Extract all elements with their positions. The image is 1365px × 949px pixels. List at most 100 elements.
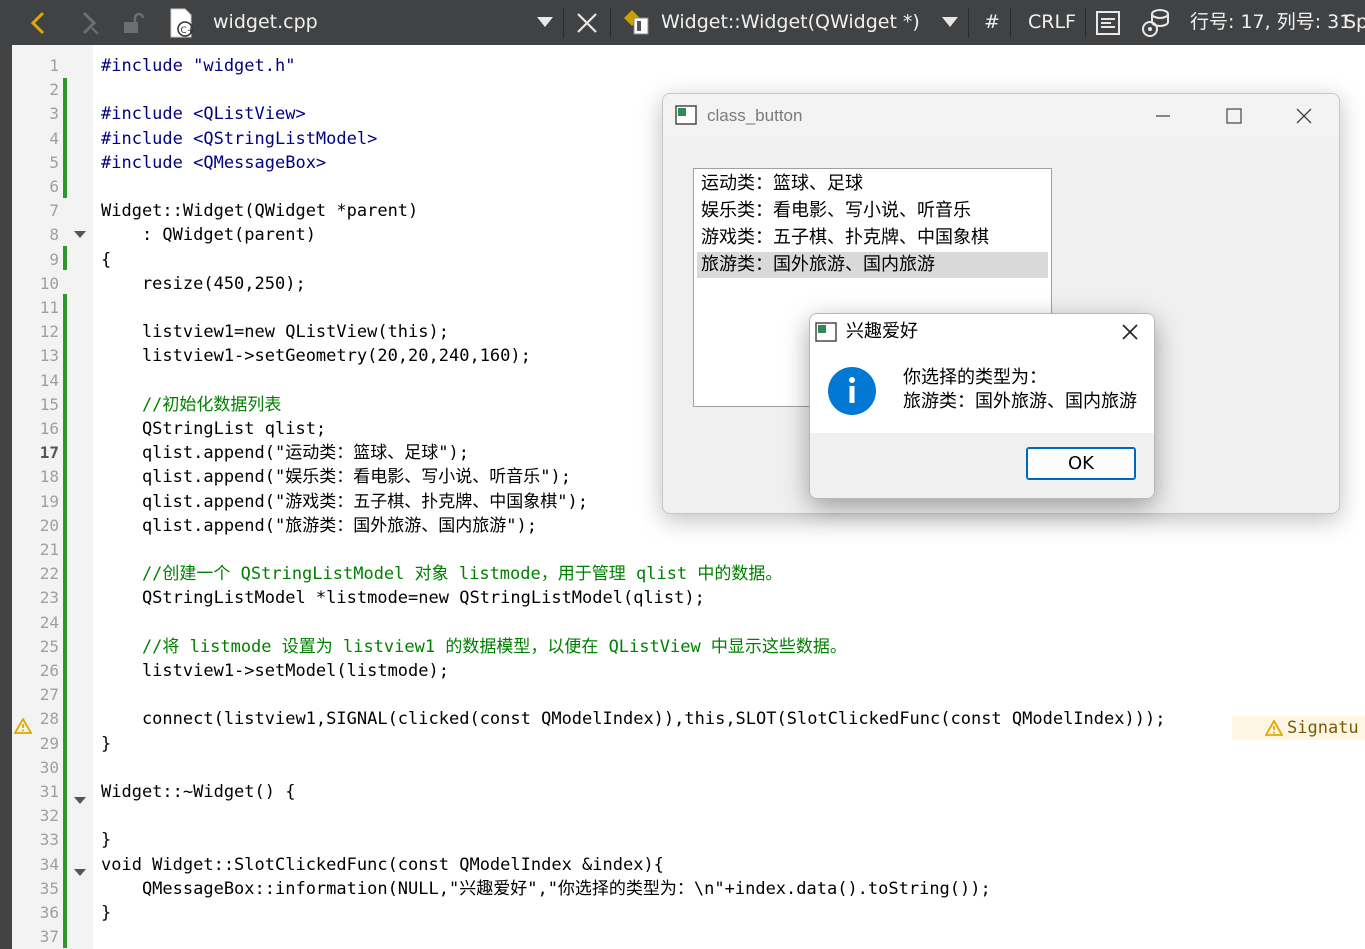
editor-left-strip: [0, 45, 12, 949]
code-line: QStringListModel *listmode=new QStringLi…: [101, 588, 705, 608]
line-number: 10: [39, 274, 59, 293]
editor-toolbar: C+ widget.cpp Widget::Widget(QWidget *) …: [0, 0, 1365, 45]
line-number: 12: [39, 322, 59, 341]
lock-icon[interactable]: [120, 10, 146, 36]
line-number: 23: [39, 588, 59, 607]
line-number: 5: [49, 153, 59, 172]
code-line: : QWidget(parent): [101, 225, 316, 245]
code-line: }: [101, 830, 112, 850]
line-number: 4: [49, 129, 59, 148]
window-title: class_button: [707, 106, 803, 125]
fold-arrow-icon[interactable]: [74, 231, 86, 238]
change-marker: [63, 246, 67, 270]
code-line: qlist.append("娱乐类：看电影、写小说、听音乐");: [101, 467, 571, 487]
forward-arrow-icon[interactable]: [76, 10, 102, 36]
code-line: }: [101, 903, 112, 923]
code-line: QStringList qlist;: [101, 419, 327, 439]
database-icon[interactable]: [1140, 7, 1174, 39]
code-line: listview1->setGeometry(20,20,240,160);: [101, 346, 531, 366]
line-number: 30: [39, 758, 59, 777]
code-line: //将 listmode 设置为 listview1 的数据模型，以便在 QLi…: [101, 637, 847, 657]
hash-label[interactable]: #: [984, 0, 1000, 45]
information-icon: [828, 367, 876, 415]
close-icon[interactable]: [1120, 322, 1140, 342]
cpp-file-icon: C+: [170, 8, 195, 38]
list-item[interactable]: 运动类：篮球、足球: [697, 171, 1048, 197]
fold-arrow-icon[interactable]: [74, 869, 86, 876]
message-box-title: 兴趣爱好: [846, 321, 918, 342]
code-line: listview1->setModel(listmode);: [101, 661, 449, 681]
line-number: 19: [39, 492, 59, 511]
warning-icon[interactable]: [14, 718, 32, 734]
line-number: 20: [39, 516, 59, 535]
line-number: 32: [39, 806, 59, 825]
code-line: }: [101, 734, 112, 754]
line-number: 36: [39, 903, 59, 922]
line-number: 7: [49, 201, 59, 220]
line-number: 31: [39, 782, 59, 801]
symbol-icon: [624, 10, 649, 35]
line-ending[interactable]: CRLF: [1028, 0, 1076, 45]
back-arrow-icon[interactable]: [26, 10, 52, 36]
code-line: //创建一个 QStringListModel 对象 listmode，用于管理…: [101, 564, 783, 584]
list-item[interactable]: 游戏类：五子棋、扑克牌、中国象棋: [697, 225, 1048, 251]
code-line: resize(450,250);: [101, 274, 306, 294]
code-line: Widget::Widget(QWidget *parent): [101, 201, 419, 221]
ok-button[interactable]: OK: [1026, 447, 1136, 480]
app-icon: [815, 322, 837, 342]
change-marker: [63, 294, 67, 948]
function-name[interactable]: Widget::Widget(QWidget *): [661, 0, 920, 45]
file-name[interactable]: widget.cpp: [213, 0, 318, 45]
line-number: 9: [49, 250, 59, 269]
line-number: 15: [39, 395, 59, 414]
message-box: 兴趣爱好 你选择的类型为： 旅游类：国外旅游、国内旅游 OK: [809, 313, 1155, 499]
code-line: #include <QStringListModel>: [101, 129, 378, 149]
message-box-titlebar[interactable]: 兴趣爱好: [810, 314, 1154, 352]
line-number: 24: [39, 613, 59, 632]
line-number: 6: [49, 177, 59, 196]
line-number: 26: [39, 661, 59, 680]
svg-text:C+: C+: [181, 26, 195, 36]
chevron-down-icon[interactable]: [941, 15, 959, 29]
app-icon: [675, 105, 697, 125]
cursor-position[interactable]: 行号: 17, 列号: 31: [1190, 0, 1351, 45]
code-line: listview1=new QListView(this);: [101, 322, 449, 342]
line-number: 17: [39, 443, 59, 462]
line-number: 35: [39, 879, 59, 898]
minimize-icon[interactable]: [1153, 106, 1173, 126]
change-marker: [63, 78, 67, 198]
warning-annotation[interactable]: Signatu: [1232, 716, 1365, 740]
list-item-selected[interactable]: 旅游类：国外旅游、国内旅游: [697, 252, 1048, 278]
close-icon[interactable]: [1294, 106, 1314, 126]
close-document-icon[interactable]: [575, 11, 599, 35]
line-number: 13: [39, 346, 59, 365]
line-number: 25: [39, 637, 59, 656]
message-line-2: 旅游类：国外旅游、国内旅游: [903, 391, 1137, 412]
line-number: 8: [49, 225, 59, 244]
code-line: qlist.append("游戏类：五子棋、扑克牌、中国象棋");: [101, 492, 588, 512]
warning-text: Signatu: [1287, 718, 1359, 738]
code-line: {: [101, 250, 112, 270]
code-line: qlist.append("旅游类：国外旅游、国内旅游");: [101, 516, 537, 536]
line-number: 16: [39, 419, 59, 438]
line-number: 33: [39, 830, 59, 849]
code-line: QMessageBox::information(NULL,"兴趣爱好","你选…: [101, 879, 991, 899]
window-titlebar[interactable]: class_button: [663, 94, 1339, 137]
code-line: connect(listview1,SIGNAL(clicked(const Q…: [101, 709, 1166, 729]
chevron-down-icon[interactable]: [536, 15, 554, 29]
line-number: 11: [39, 298, 59, 317]
line-number: 2: [49, 80, 59, 99]
line-number: 1: [49, 56, 59, 75]
warning-icon: [1265, 720, 1283, 736]
list-item[interactable]: 娱乐类：看电影、写小说、听音乐: [697, 198, 1048, 224]
maximize-icon[interactable]: [1224, 106, 1244, 126]
code-line: void Widget::SlotClickedFunc(const QMode…: [101, 855, 664, 875]
line-number: 14: [39, 371, 59, 390]
code-line: #include <QMessageBox>: [101, 153, 327, 173]
line-number: 3: [49, 104, 59, 123]
fold-arrow-icon[interactable]: [74, 797, 86, 804]
outline-icon[interactable]: [1095, 10, 1121, 36]
line-number: 37: [39, 927, 59, 946]
line-number: 18: [39, 467, 59, 486]
spaces-label[interactable]: Sp: [1344, 0, 1365, 45]
